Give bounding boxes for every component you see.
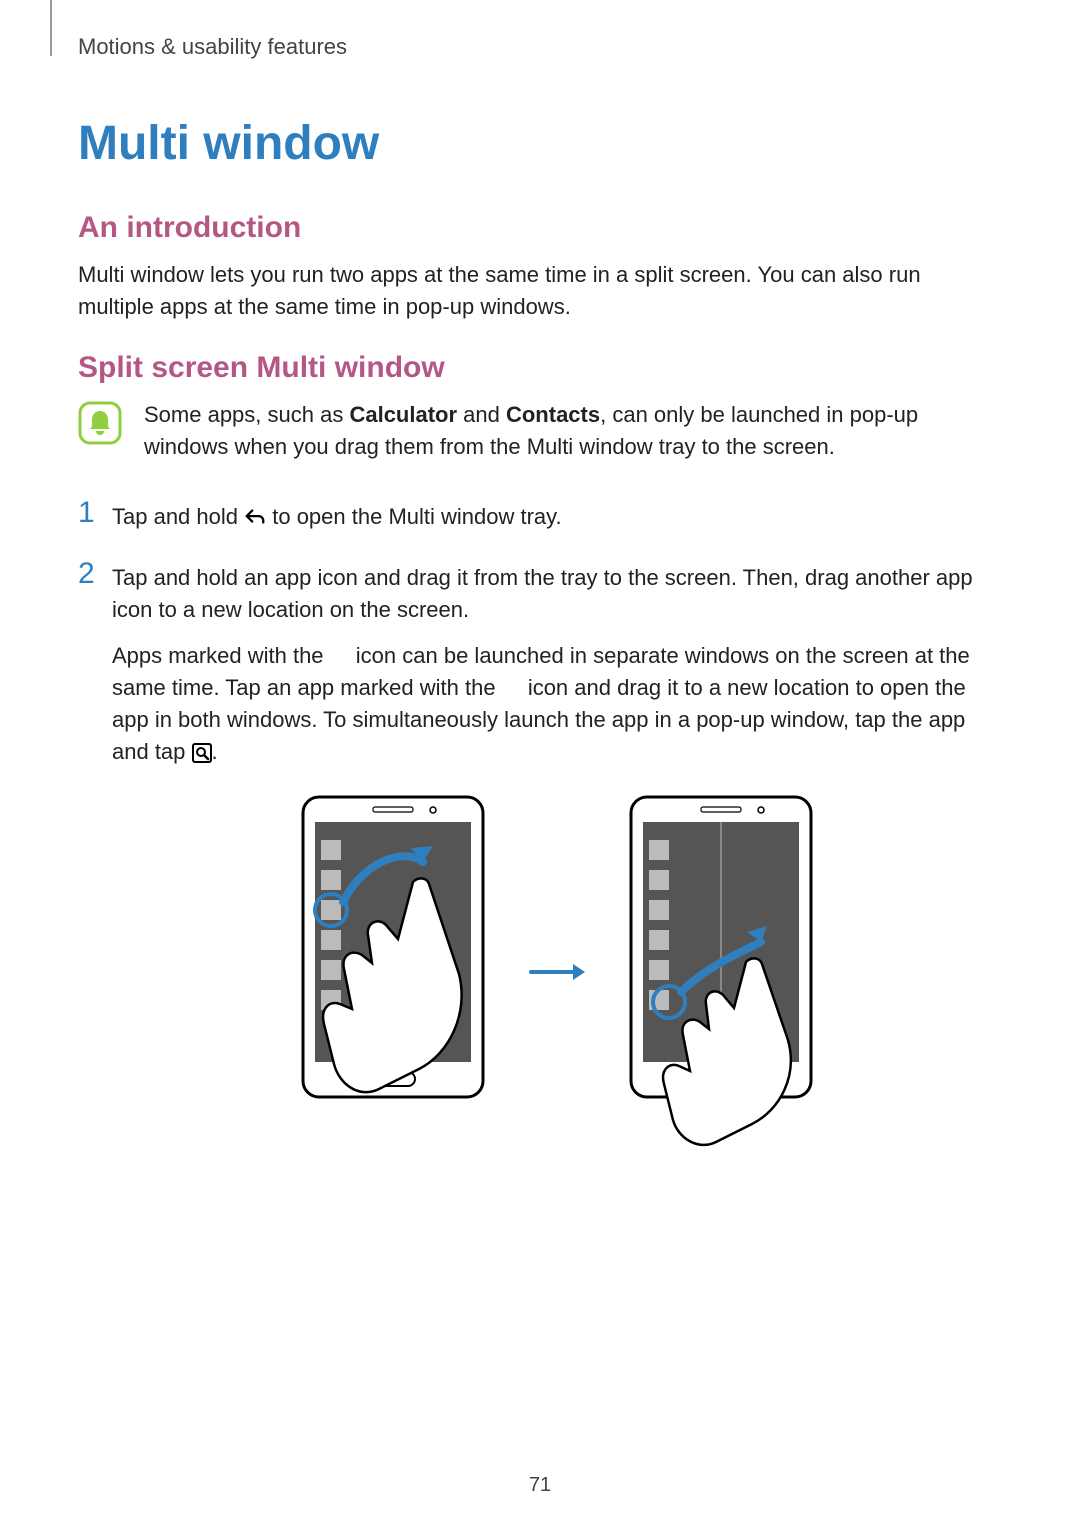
note-text: Some apps, such as Calculator and Contac…: [144, 399, 1002, 463]
step-number: 1: [78, 497, 112, 529]
intro-body: Multi window lets you run two apps at th…: [78, 259, 1002, 323]
step-2-p2-d: .: [212, 739, 218, 764]
illustration-row: [112, 792, 1002, 1152]
steps-list: 1 Tap and hold to open the Multi window …: [78, 497, 1002, 1152]
step-2-p2-a: Apps marked with the: [112, 643, 330, 668]
step-2-body: Tap and hold an app icon and drag it fro…: [112, 558, 1002, 1151]
illustration-phone-1: [283, 792, 503, 1152]
step-1: 1 Tap and hold to open the Multi window …: [78, 497, 1002, 533]
note-bell-icon: [78, 401, 122, 445]
note-text-mid: and: [457, 402, 506, 427]
back-icon: [244, 504, 266, 524]
note-text-pre: Some apps, such as: [144, 402, 349, 427]
split-heading: Split screen Multi window: [78, 351, 1002, 385]
page-number: 71: [0, 1474, 1080, 1497]
step-number: 2: [78, 558, 112, 590]
illustration-phone-2: [611, 792, 831, 1152]
breadcrumb: Motions & usability features: [78, 34, 1002, 60]
note-bold-calculator: Calculator: [349, 402, 457, 427]
step-1-body: Tap and hold to open the Multi window tr…: [112, 497, 562, 533]
note-bold-contacts: Contacts: [506, 402, 600, 427]
page-content: Motions & usability features Multi windo…: [0, 0, 1080, 1152]
step-1-post: to open the Multi window tray.: [272, 504, 561, 529]
step-2-p2: Apps marked with the icon can be launche…: [112, 640, 1002, 768]
intro-heading: An introduction: [78, 211, 1002, 245]
popup-search-icon: [192, 740, 212, 760]
step-1-pre: Tap and hold: [112, 504, 244, 529]
page-title: Multi window: [78, 116, 1002, 171]
step-2: 2 Tap and hold an app icon and drag it f…: [78, 558, 1002, 1151]
arrow-between-icon: [527, 960, 587, 984]
note-callout: Some apps, such as Calculator and Contac…: [78, 399, 1002, 463]
step-2-p1: Tap and hold an app icon and drag it fro…: [112, 562, 1002, 626]
page-margin-rule: [50, 0, 52, 56]
